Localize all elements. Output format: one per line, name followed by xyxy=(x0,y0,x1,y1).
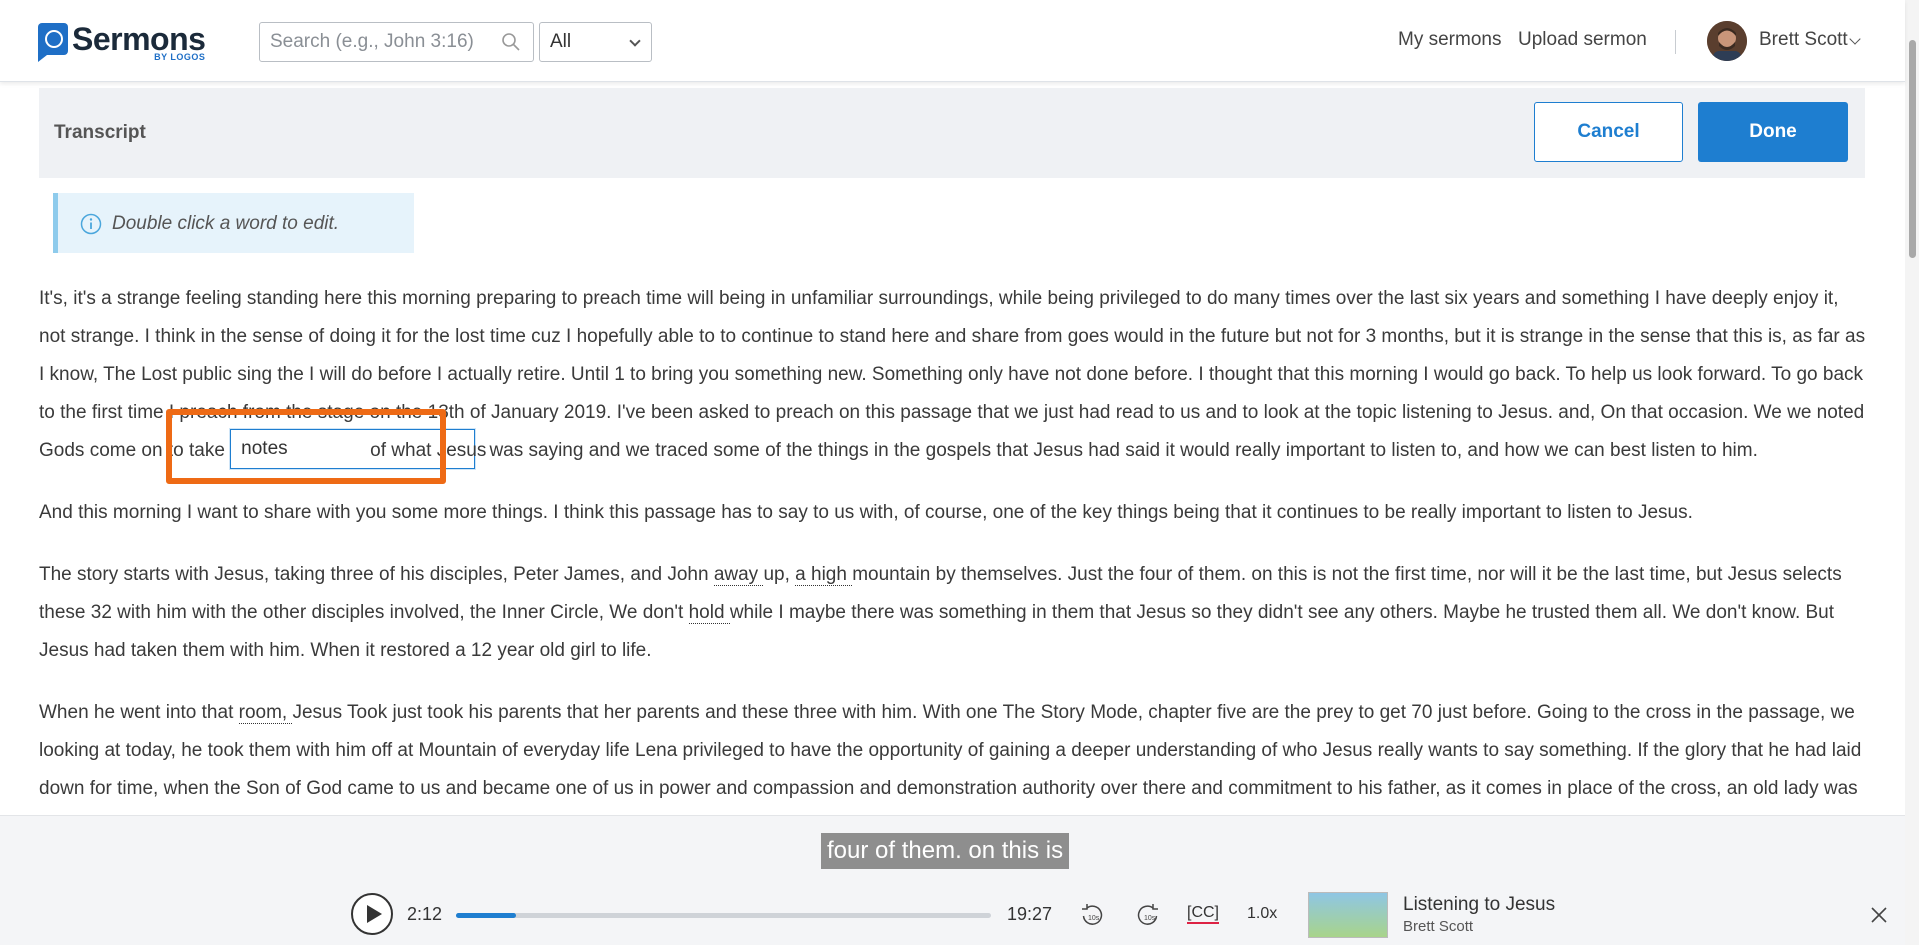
search-filter-value: All xyxy=(550,31,572,52)
transcript-text[interactable]: The story starts with Jesus, taking thre… xyxy=(39,564,714,585)
cancel-button[interactable]: Cancel xyxy=(1534,102,1683,162)
transcript-text[interactable]: Jesus Took just took his parents that he… xyxy=(39,702,1861,799)
transcript-title: Transcript xyxy=(54,122,146,143)
chevron-down-icon xyxy=(629,35,641,47)
closed-captions-toggle[interactable]: [CC] xyxy=(1187,904,1219,924)
word-edit-following-text: of what Jesus xyxy=(370,440,487,461)
play-button[interactable] xyxy=(351,893,393,935)
skip-back-icon[interactable]: 10s xyxy=(1079,902,1105,928)
sermon-author: Brett Scott xyxy=(1403,918,1474,935)
page-scrollbar[interactable] xyxy=(1905,0,1919,945)
low-confidence-word[interactable]: hold xyxy=(688,602,730,624)
current-time: 2:12 xyxy=(407,904,443,924)
skip-forward-icon[interactable]: 10s xyxy=(1135,902,1161,928)
transcript-paragraph: It's, it's a strange feeling standing he… xyxy=(39,280,1869,470)
done-button[interactable]: Done xyxy=(1698,102,1848,162)
low-confidence-word[interactable]: a high xyxy=(795,564,853,586)
transcript-text[interactable]: When he went into that xyxy=(39,702,239,723)
edit-hint-banner: Double click a word to edit. xyxy=(53,193,414,253)
sermons-logo[interactable]: Sermons BY LOGOS xyxy=(38,21,206,62)
transcript-text[interactable]: And this morning I want to share with yo… xyxy=(39,502,1693,523)
skip-forward-label: 10s xyxy=(1144,915,1156,922)
skip-back-label: 10s xyxy=(1088,915,1100,922)
nav-my-sermons[interactable]: My sermons xyxy=(1398,29,1501,51)
info-icon xyxy=(80,213,102,235)
logo-icon xyxy=(38,23,68,62)
close-icon[interactable] xyxy=(1869,905,1889,925)
transcript-paragraph: And this morning I want to share with yo… xyxy=(39,494,1869,532)
scrollbar-thumb[interactable] xyxy=(1909,40,1916,258)
word-editor: of what Jesus xyxy=(230,429,487,470)
progress-bar[interactable] xyxy=(456,913,991,918)
user-menu-name[interactable]: Brett Scott xyxy=(1759,29,1848,51)
edit-hint-text: Double click a word to edit. xyxy=(112,213,340,234)
top-header: Sermons BY LOGOS All My sermons Upload s… xyxy=(0,0,1905,82)
nav-divider xyxy=(1675,30,1676,54)
progress-fill xyxy=(456,913,517,918)
user-menu-chevron-icon[interactable] xyxy=(1849,33,1861,45)
duration-time: 19:27 xyxy=(1007,904,1053,924)
transcript-paragraph: When he went into that room, Jesus Took … xyxy=(39,694,1869,808)
transcript-paragraph: The story starts with Jesus, taking thre… xyxy=(39,556,1869,670)
transcript-text[interactable]: up, xyxy=(763,564,795,585)
transcript-text[interactable]: was saying and we traced some of the thi… xyxy=(484,440,1757,461)
sermon-thumbnail xyxy=(1308,892,1388,938)
search-input[interactable] xyxy=(260,23,490,61)
search-box xyxy=(259,22,534,62)
search-icon[interactable] xyxy=(501,32,521,52)
logo-subtext: BY LOGOS xyxy=(154,52,206,62)
audio-player: four of them. on this is 2:12 19:27 10s … xyxy=(0,815,1905,945)
search-filter-select[interactable]: All xyxy=(539,22,652,62)
transcript-body: It's, it's a strange feeling standing he… xyxy=(39,280,1869,832)
playback-speed[interactable]: 1.0x xyxy=(1247,905,1277,923)
nav-upload-sermon[interactable]: Upload sermon xyxy=(1518,29,1647,51)
transcript-toolbar: Transcript Cancel Done xyxy=(39,88,1865,178)
avatar[interactable] xyxy=(1707,21,1747,61)
sermon-title[interactable]: Listening to Jesus xyxy=(1403,894,1555,916)
logo-text: Sermons xyxy=(72,21,206,57)
live-caption: four of them. on this is xyxy=(821,833,1070,869)
avatar-image xyxy=(1707,21,1747,61)
low-confidence-word[interactable]: away xyxy=(713,564,764,586)
word-edit-input[interactable] xyxy=(231,430,362,468)
low-confidence-word[interactable]: room, xyxy=(238,702,293,724)
